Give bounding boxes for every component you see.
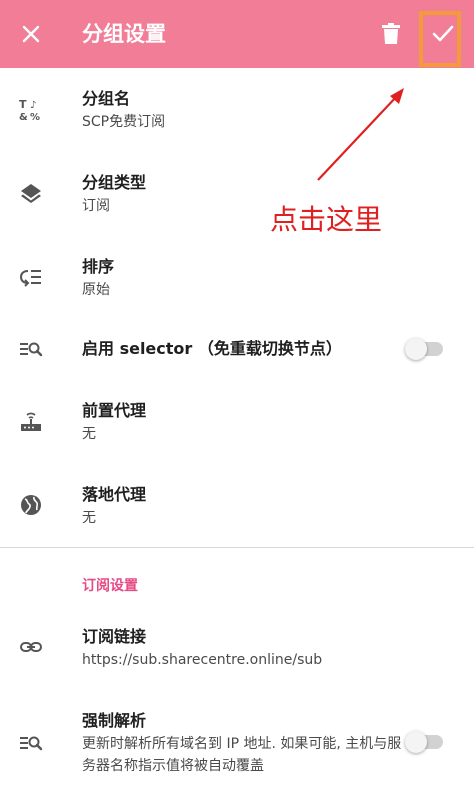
group-name-value: SCP免费订阅: [82, 114, 166, 130]
svg-text:%: %: [30, 112, 40, 121]
search-list-icon: [18, 730, 44, 756]
toggle-thumb: [405, 338, 427, 360]
sort-icon: [18, 264, 44, 290]
svg-text:♪: ♪: [30, 100, 36, 111]
subscription-link-title: 订阅链接: [82, 627, 147, 646]
group-type-row[interactable]: 分组类型 订阅: [0, 168, 474, 228]
toggle-thumb: [405, 731, 427, 753]
subscription-section-header: 订阅设置: [82, 578, 138, 594]
sort-row[interactable]: 排序 原始: [0, 252, 474, 312]
landing-proxy-value: 无: [82, 510, 96, 526]
front-proxy-title: 前置代理: [82, 401, 147, 420]
close-icon: [22, 25, 40, 43]
selector-title: 启用 selector （免重载切换节点）: [82, 339, 342, 358]
subscription-link-row[interactable]: 订阅链接 https://sub.sharecentre.online/sub: [0, 622, 474, 672]
group-type-value: 订阅: [82, 198, 110, 214]
svg-text:&: &: [19, 112, 28, 121]
selector-toggle[interactable]: [405, 338, 443, 360]
landing-proxy-title: 落地代理: [82, 485, 147, 504]
page-title: 分组设置: [82, 22, 166, 46]
sort-title: 排序: [82, 257, 115, 276]
annotation-text: 点击这里: [270, 203, 383, 236]
text-format-icon: T ♪ & %: [18, 96, 44, 122]
group-type-title: 分组类型: [82, 173, 147, 192]
front-proxy-value: 无: [82, 426, 96, 442]
section-divider: [0, 547, 474, 548]
sort-value: 原始: [82, 282, 110, 298]
group-name-title: 分组名: [82, 89, 131, 108]
annotation-highlight-box: [419, 11, 461, 67]
link-icon: [18, 634, 44, 660]
app-bar: 分组设置: [0, 0, 474, 68]
landing-proxy-row[interactable]: 落地代理 无: [0, 480, 474, 540]
force-resolve-toggle[interactable]: [405, 731, 443, 753]
close-button[interactable]: [12, 15, 50, 53]
selector-row[interactable]: 启用 selector （免重载切换节点）: [0, 336, 474, 362]
search-list-icon: [18, 336, 44, 362]
force-resolve-title: 强制解析: [82, 711, 147, 730]
force-resolve-description: 更新时解析所有域名到 IP 地址. 如果可能, 主机与服务器名称指示值将被自动覆…: [82, 736, 402, 774]
force-resolve-row[interactable]: 强制解析 更新时解析所有域名到 IP 地址. 如果可能, 主机与服务器名称指示值…: [0, 706, 474, 786]
trash-icon: [382, 23, 400, 44]
svg-text:T: T: [19, 98, 27, 111]
group-name-row[interactable]: T ♪ & % 分组名 SCP免费订阅: [0, 84, 474, 144]
globe-icon: [18, 492, 44, 518]
router-icon: [18, 408, 44, 434]
delete-button[interactable]: [372, 15, 410, 53]
layers-icon: [18, 180, 44, 206]
subscription-link-value: https://sub.sharecentre.online/sub: [82, 652, 323, 668]
front-proxy-row[interactable]: 前置代理 无: [0, 396, 474, 456]
